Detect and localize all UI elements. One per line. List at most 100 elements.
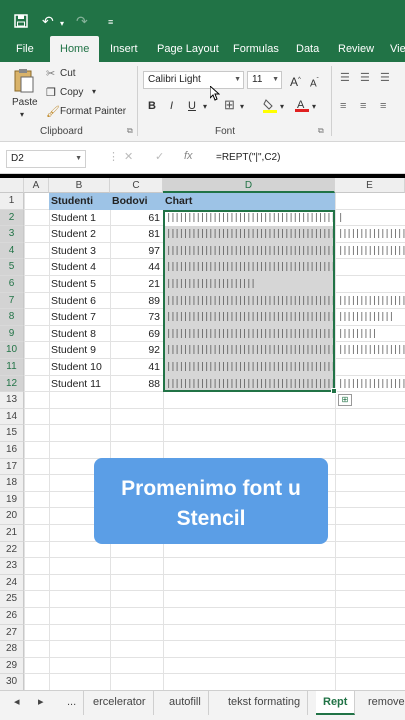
rept-overflow-cell[interactable]: |||||||||||||||||||||||||||| — [338, 376, 405, 393]
row-header[interactable]: 5 — [0, 259, 24, 276]
row-header[interactable]: 30 — [0, 674, 24, 690]
score-cell[interactable]: 92 — [110, 342, 163, 359]
row-header[interactable]: 25 — [0, 591, 24, 608]
score-cell[interactable]: 44 — [110, 259, 163, 276]
row-header[interactable]: 7 — [0, 292, 24, 310]
student-name-cell[interactable]: Student 6 — [49, 293, 110, 310]
row-header[interactable]: 12 — [0, 375, 24, 393]
student-name-cell[interactable]: Student 4 — [49, 259, 110, 276]
fill-color-dropdown-icon[interactable]: ▾ — [280, 101, 284, 113]
align-middle-icon[interactable]: ☰ — [360, 72, 370, 84]
underline-button[interactable]: U — [188, 100, 196, 112]
rept-chart-cell[interactable]: ||||||||||||||||||||||||||||||||||||||||… — [163, 325, 335, 343]
cut-button[interactable]: Cut — [60, 68, 76, 79]
rept-chart-cell[interactable]: ||||||||||||||||||||| — [163, 276, 335, 293]
redo-icon[interactable]: ↷ — [76, 14, 88, 28]
tab-insert[interactable]: Insert — [110, 36, 138, 62]
fill-color-icon[interactable] — [263, 98, 277, 116]
row-header[interactable]: 15 — [0, 425, 24, 442]
student-name-cell[interactable]: Student 5 — [49, 276, 110, 293]
paste-dropdown-icon[interactable]: ▾ — [20, 110, 24, 119]
row-header[interactable]: 2 — [0, 209, 24, 227]
worksheet-grid[interactable]: A B C D E 1 2 3 4 5 6 7 8 9 10 11 12 13 14 15 16 17 18 19 2… — [0, 178, 405, 690]
sheet-tab-rept[interactable]: Rept — [316, 691, 356, 715]
rept-chart-cell[interactable]: ||||||||||||||||||||||||||||||||||||||||… — [163, 359, 335, 376]
undo-icon[interactable]: ↶ — [42, 14, 54, 28]
row-header[interactable]: 24 — [0, 574, 24, 592]
score-cell[interactable]: 81 — [110, 226, 163, 243]
score-cell[interactable]: 89 — [110, 293, 163, 310]
row-header[interactable]: 22 — [0, 541, 24, 559]
student-name-cell[interactable]: Student 1 — [49, 210, 110, 227]
row-header[interactable]: 19 — [0, 491, 24, 509]
paste-button[interactable]: Paste — [12, 97, 38, 108]
formula-input[interactable]: =REPT("|",C2) — [216, 152, 280, 163]
rept-overflow-cell[interactable]: | — [338, 210, 405, 227]
rept-overflow-cell[interactable]: |||||||||||||||||||||||||||||||| — [338, 342, 405, 359]
tab-review[interactable]: Review — [338, 36, 374, 62]
row-header[interactable]: 21 — [0, 525, 24, 542]
name-box[interactable]: D2 ▼ — [6, 150, 86, 168]
rept-overflow-cell[interactable]: ||||||||||||||||||||| — [338, 226, 405, 243]
rept-overflow-cell[interactable]: ||||||||| — [338, 326, 405, 343]
rept-chart-cell[interactable]: ||||||||||||||||||||||||||||||||||||||||… — [163, 259, 335, 276]
sheet-tabs-more[interactable]: ... — [60, 691, 85, 715]
row-header[interactable]: 29 — [0, 657, 24, 675]
align-left-icon[interactable]: ≡ — [340, 100, 346, 112]
column-header-c[interactable]: C — [110, 178, 163, 193]
row-header[interactable]: 3 — [0, 226, 24, 243]
rept-overflow-cell[interactable]: ||||||||||||||||||||||||||||||||||||| — [338, 243, 405, 260]
rept-chart-cell[interactable]: ||||||||||||||||||||||||||||||||||||||||… — [163, 226, 335, 243]
score-cell[interactable]: 21 — [110, 276, 163, 293]
italic-button[interactable]: I — [170, 100, 173, 112]
quick-analysis-icon[interactable]: ⊞ — [338, 394, 352, 407]
rept-chart-cell[interactable]: ||||||||||||||||||||||||||||||||||||||||… — [163, 342, 335, 359]
score-cell[interactable]: 69 — [110, 326, 163, 343]
tab-formulas[interactable]: Formulas — [233, 36, 279, 62]
column-header-a[interactable]: A — [24, 178, 49, 193]
row-header[interactable]: 16 — [0, 442, 24, 459]
row-header[interactable]: 8 — [0, 309, 24, 326]
row-header[interactable]: 17 — [0, 458, 24, 476]
cancel-icon[interactable]: ✕ — [124, 150, 133, 163]
formula-bar-menu-icon[interactable]: ⋮ — [108, 150, 119, 163]
insert-function-icon[interactable]: fx — [184, 150, 193, 162]
row-header[interactable]: 10 — [0, 342, 24, 359]
rept-chart-cell[interactable]: ||||||||||||||||||||||||||||||||||||||||… — [163, 242, 335, 260]
format-painter-button[interactable]: Format Painter — [60, 106, 126, 117]
score-cell[interactable]: 97 — [110, 243, 163, 260]
row-header[interactable]: 1 — [0, 193, 24, 210]
fill-handle[interactable] — [331, 388, 337, 395]
rept-chart-cell[interactable]: ||||||||||||||||||||||||||||||||||||||||… — [163, 375, 335, 393]
undo-dropdown-icon[interactable]: ▾ — [60, 17, 64, 31]
rept-chart-cell[interactable]: ||||||||||||||||||||||||||||||||||||||||… — [163, 209, 335, 227]
font-color-dropdown-icon[interactable]: ▾ — [312, 101, 316, 113]
sheet-tab-remove[interactable]: remove — [361, 691, 405, 715]
align-center-icon[interactable]: ≡ — [360, 100, 366, 112]
row-header[interactable]: 14 — [0, 408, 24, 426]
sheet-tab-autofill[interactable]: autofill — [162, 691, 209, 715]
student-name-cell[interactable]: Student 7 — [49, 309, 110, 326]
score-cell[interactable]: 41 — [110, 359, 163, 376]
increase-font-size-icon[interactable]: A^ — [290, 74, 301, 88]
underline-dropdown-icon[interactable]: ▾ — [203, 101, 207, 113]
customize-quick-access-icon[interactable]: ≡ — [108, 15, 113, 29]
row-header[interactable]: 6 — [0, 276, 24, 293]
tab-view[interactable]: Vie — [390, 36, 405, 62]
scroll-right-icon[interactable]: ▸ — [34, 691, 48, 715]
sheet-tab-tekst-formating[interactable]: tekst formating — [221, 691, 309, 715]
tab-data[interactable]: Data — [296, 36, 319, 62]
select-all-corner[interactable] — [0, 178, 24, 193]
rept-chart-cell[interactable]: ||||||||||||||||||||||||||||||||||||||||… — [163, 292, 335, 310]
row-header[interactable]: 27 — [0, 624, 24, 642]
copy-dropdown-icon[interactable]: ▾ — [92, 87, 96, 96]
rept-overflow-cell[interactable]: ||||||||||||| — [338, 309, 405, 326]
borders-dropdown-icon[interactable]: ▾ — [240, 101, 244, 113]
score-cell[interactable]: 61 — [110, 210, 163, 227]
decrease-font-size-icon[interactable]: Aˇ — [310, 75, 319, 90]
align-right-icon[interactable]: ≡ — [380, 100, 386, 112]
clipboard-launcher-icon[interactable]: ⧉ — [127, 126, 133, 136]
row-header[interactable]: 11 — [0, 359, 24, 376]
student-name-cell[interactable]: Student 2 — [49, 226, 110, 243]
row-header[interactable]: 4 — [0, 242, 24, 260]
